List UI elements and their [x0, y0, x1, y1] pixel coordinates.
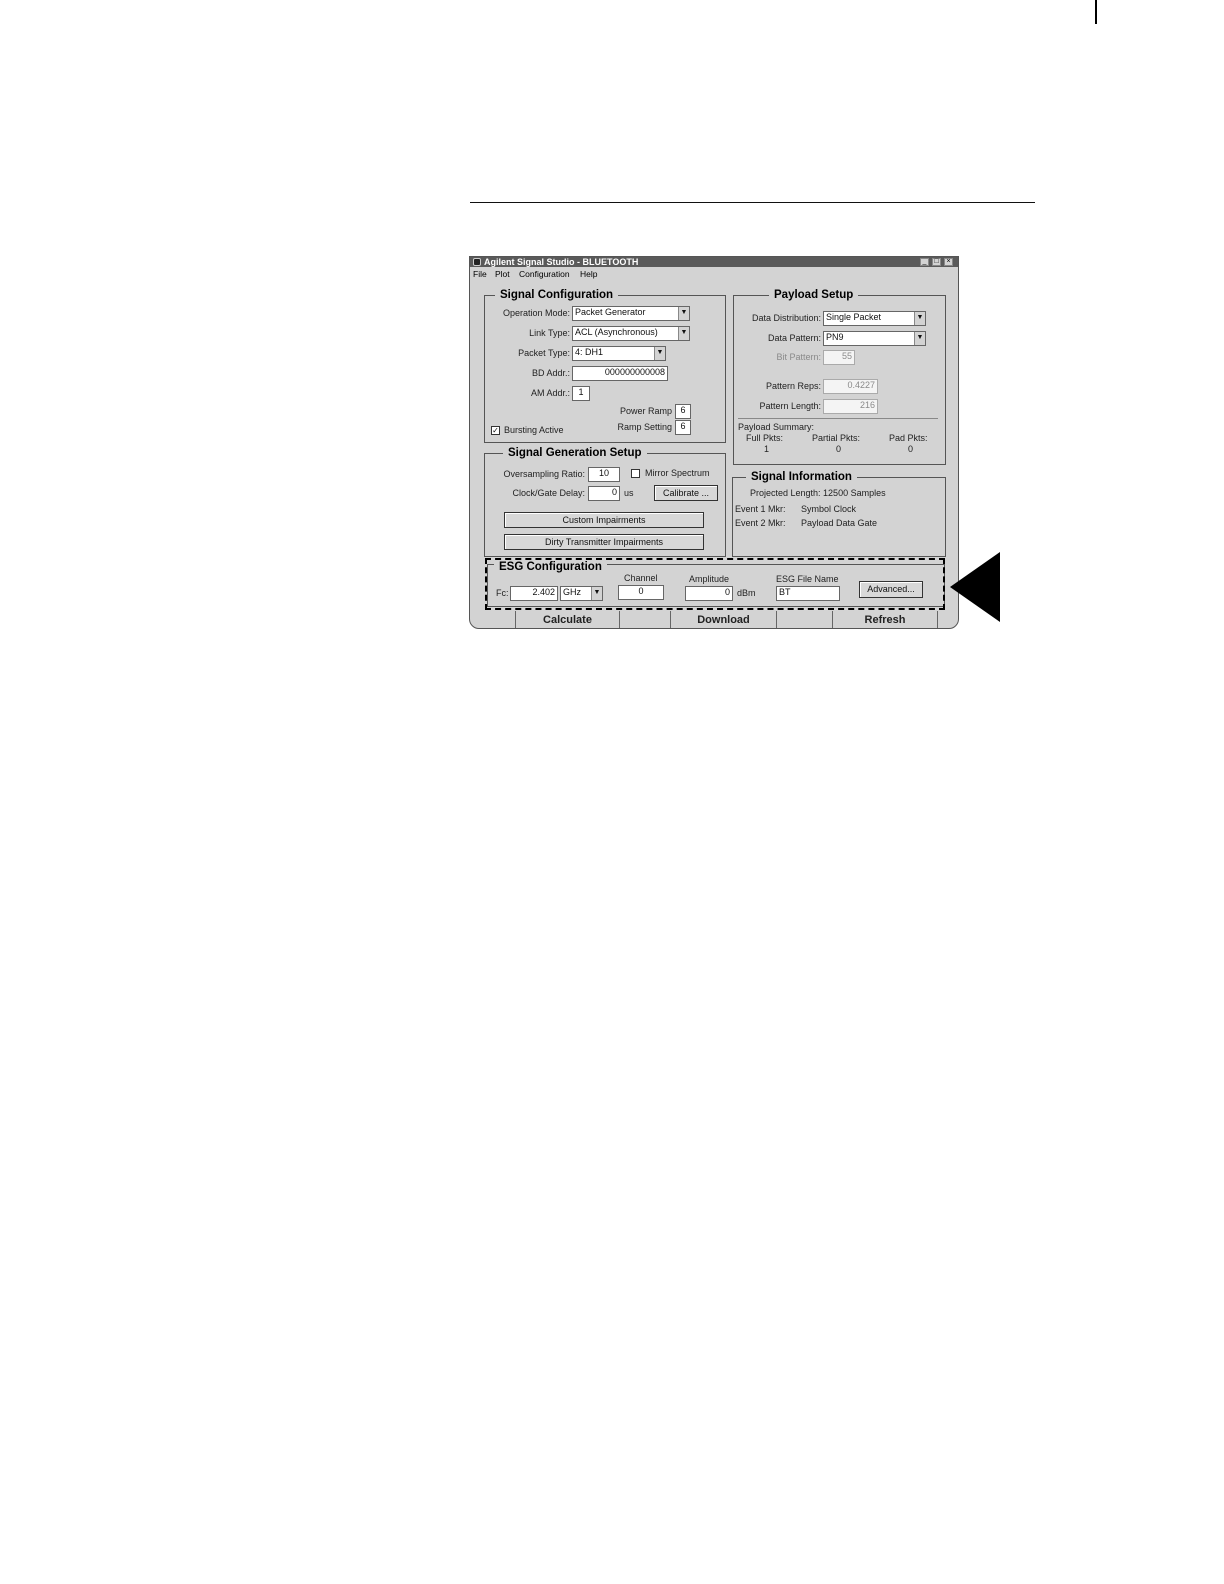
menu-configuration[interactable]: Configuration	[519, 268, 570, 281]
signal-configuration-title: Signal Configuration	[495, 289, 619, 301]
window-title: Agilent Signal Studio - BLUETOOTH	[484, 257, 639, 267]
app-icon	[473, 258, 481, 266]
partial-pkts-value: 0	[836, 444, 842, 454]
chevron-down-icon[interactable]: ▼	[914, 332, 925, 345]
ramp-setting-label: Ramp Setting	[617, 422, 672, 432]
event1-label: Event 1 Mkr:	[735, 504, 786, 514]
close-icon[interactable]: ×	[944, 258, 953, 266]
packet-type-label: Packet Type:	[518, 348, 570, 358]
data-distribution-value: Single Packet	[826, 312, 882, 322]
bursting-active-checkbox[interactable]: ✓	[491, 426, 500, 435]
packet-type-select[interactable]: 4: DH1 ▼	[572, 346, 666, 361]
bd-addr-field[interactable]: 000000000008	[572, 366, 668, 381]
minimize-icon[interactable]: _	[920, 258, 929, 266]
event2-label: Event 2 Mkr:	[735, 518, 786, 528]
page-corner-mark	[1095, 0, 1097, 24]
pad-pkts-value: 0	[908, 444, 914, 454]
signal-information-title: Signal Information	[746, 471, 857, 483]
chevron-down-icon[interactable]: ▼	[914, 312, 925, 325]
projected-length: Projected Length: 12500 Samples	[750, 488, 886, 498]
pattern-length-field[interactable]: 216	[823, 399, 878, 414]
data-distribution-label: Data Distribution:	[751, 313, 821, 323]
maximize-icon[interactable]: □	[932, 258, 941, 266]
operation-mode-label: Operation Mode:	[502, 308, 570, 318]
custom-impairments-button[interactable]: Custom Impairments	[504, 512, 704, 528]
operation-mode-select[interactable]: Packet Generator ▼	[572, 306, 690, 321]
header-rule	[470, 202, 1035, 203]
menu-file[interactable]: File	[473, 268, 487, 281]
full-pkts-label: Full Pkts:	[746, 433, 784, 443]
link-type-value: ACL (Asynchronous)	[575, 327, 658, 337]
ramp-setting-field[interactable]: 6	[675, 420, 691, 435]
title-bar: Agilent Signal Studio - BLUETOOTH _ □ ×	[470, 257, 958, 267]
oversampling-label: Oversampling Ratio:	[503, 469, 585, 479]
calculate-button[interactable]: Calculate	[515, 611, 620, 628]
payload-summary-label: Payload Summary:	[738, 422, 815, 432]
event1-value: Symbol Clock	[801, 504, 857, 514]
pattern-length-label: Pattern Length:	[759, 401, 821, 411]
signal-generation-title: Signal Generation Setup	[503, 447, 647, 459]
am-addr-field[interactable]: 1	[572, 386, 590, 401]
calibrate-button[interactable]: Calibrate ...	[654, 485, 718, 501]
chevron-down-icon[interactable]: ▼	[654, 347, 665, 360]
data-pattern-select[interactable]: PN9 ▼	[823, 331, 926, 346]
pattern-reps-field[interactable]: 0.4227	[823, 379, 878, 394]
app-window: Agilent Signal Studio - BLUETOOTH _ □ × …	[469, 256, 959, 629]
am-addr-label: AM Addr.:	[530, 388, 570, 398]
clock-gate-unit: us	[624, 488, 634, 498]
payload-setup-title: Payload Setup	[769, 289, 859, 301]
bit-pattern-label: Bit Pattern:	[776, 352, 821, 362]
esg-highlight-box	[485, 558, 945, 610]
power-ramp-label: Power Ramp	[619, 406, 672, 416]
link-type-label: Link Type:	[529, 328, 570, 338]
menu-plot[interactable]: Plot	[495, 268, 510, 281]
event2-value: Payload Data Gate	[801, 518, 878, 528]
dirty-transmitter-button[interactable]: Dirty Transmitter Impairments	[504, 534, 704, 550]
chevron-down-icon[interactable]: ▼	[678, 327, 689, 340]
power-ramp-field[interactable]: 6	[675, 404, 691, 419]
data-pattern-label: Data Pattern:	[767, 333, 821, 343]
pattern-reps-label: Pattern Reps:	[765, 381, 821, 391]
bd-addr-label: BD Addr.:	[531, 368, 570, 378]
menu-bar: File Plot Configuration Help	[470, 268, 958, 281]
download-button[interactable]: Download	[670, 611, 777, 628]
full-pkts-value: 1	[764, 444, 770, 454]
payload-separator	[738, 418, 938, 419]
operation-mode-value: Packet Generator	[575, 307, 646, 317]
mirror-spectrum-checkbox[interactable]	[631, 469, 640, 478]
menu-help[interactable]: Help	[580, 268, 597, 281]
mirror-spectrum-label: Mirror Spectrum	[645, 468, 710, 478]
refresh-button[interactable]: Refresh	[832, 611, 938, 628]
data-pattern-value: PN9	[826, 332, 844, 342]
clock-gate-field[interactable]: 0	[588, 486, 620, 501]
callout-arrow-icon	[950, 552, 1000, 622]
partial-pkts-label: Partial Pkts:	[812, 433, 861, 443]
chevron-down-icon[interactable]: ▼	[678, 307, 689, 320]
bursting-active-label: Bursting Active	[504, 425, 564, 435]
data-distribution-select[interactable]: Single Packet ▼	[823, 311, 926, 326]
link-type-select[interactable]: ACL (Asynchronous) ▼	[572, 326, 690, 341]
clock-gate-label: Clock/Gate Delay:	[512, 488, 585, 498]
bit-pattern-field[interactable]: 55	[823, 350, 855, 365]
oversampling-field[interactable]: 10	[588, 467, 620, 482]
packet-type-value: 4: DH1	[575, 347, 604, 357]
pad-pkts-label: Pad Pkts:	[889, 433, 928, 443]
